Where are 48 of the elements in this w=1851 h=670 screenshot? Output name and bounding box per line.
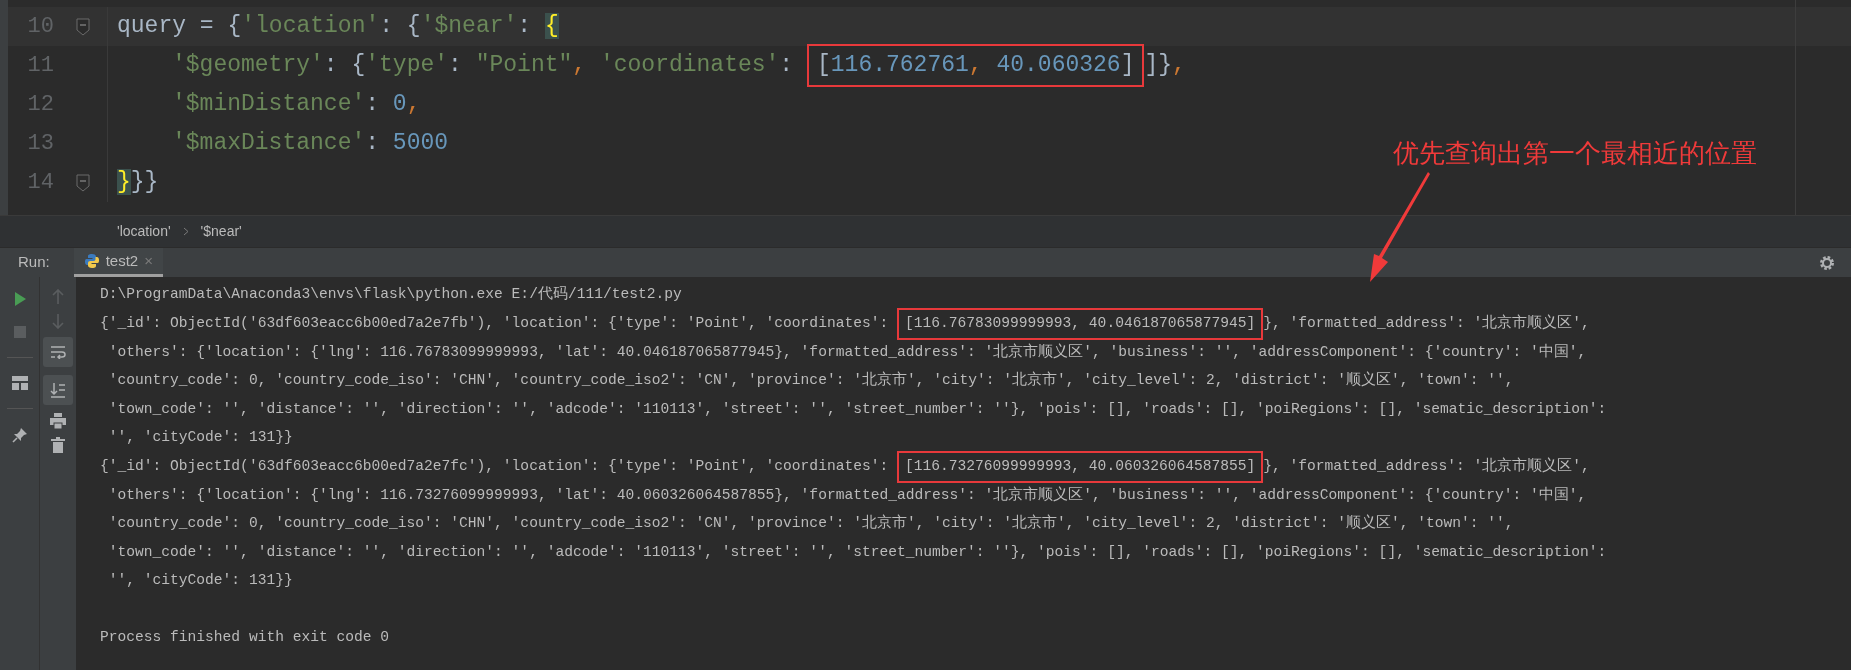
arrow-up-icon[interactable] <box>51 289 65 305</box>
fold-icon[interactable] <box>75 17 90 36</box>
trash-icon[interactable] <box>51 437 65 453</box>
output-text: }, 'formatted_address': '北京市顺义区', <box>1263 456 1590 476</box>
annotation-text: 优先查询出第一个最相近的位置 <box>1393 137 1757 170</box>
exit-status: Process finished with exit code 0 <box>100 628 389 648</box>
annotation-box: [116.76783099999993, 40.046187065877945] <box>896 307 1264 340</box>
layout-icon[interactable] <box>11 376 28 390</box>
line-number: 14 <box>26 169 55 197</box>
code-text: }}} <box>117 168 159 198</box>
command-line: D:\ProgramData\Anaconda3\envs\flask\python.exe E:/代码/111/test2.py <box>100 285 682 305</box>
output-text: 'town_code': '', 'distance': '', 'direction': '', 'adcode': '110113', 'street': '', 'street_number': ''}, 'pois': [], 'roads': [], 'poiRegions': [], 'sematic_description': <box>107 542 1607 562</box>
scroll-to-end-icon[interactable] <box>50 382 66 398</box>
output-text: 'others': {'location': {'lng': 116.73276099999993, 'lat': 40.060326064587855}, 'formatted_address': '北京市顺义区', 'business': '', 'addressComponent': {'country': '中国', <box>107 485 1587 505</box>
arrow-down-icon[interactable] <box>51 313 65 329</box>
output-text: {'_id': ObjectId('63df603eacc6b00ed7a2e7fb'), 'location': {'type': 'Point', 'coordinates': <box>100 313 890 333</box>
line-number: 13 <box>26 130 55 158</box>
python-icon <box>83 253 100 269</box>
output-text: '', 'cityCode': 131}} <box>107 571 293 591</box>
annotation-box: [116.762761, 40.060326] <box>806 44 1145 87</box>
run-label: Run: <box>17 252 51 273</box>
code-text: '$minDistance': 0, <box>172 90 421 120</box>
print-icon[interactable] <box>50 413 66 429</box>
run-tab[interactable]: test2 × <box>73 248 163 277</box>
soft-wrap-toggle[interactable] <box>43 337 73 367</box>
annotation-box: [116.73276099999993, 40.060326064587855] <box>896 450 1264 483</box>
stop-icon[interactable] <box>12 325 27 339</box>
output-text: 'country_code': 0, 'country_code_iso': 'CHN', 'country_code_iso2': 'CN', 'province': '北京市', 'city': '北京市', 'city_level': 2, 'district': '顺义区', 'town': '', <box>107 370 1514 391</box>
breadcrumb[interactable]: 'location' <box>117 221 171 242</box>
output-text: 'country_code': 0, 'country_code_iso': 'CHN', 'country_code_iso2': 'CN', 'province': '北京市', 'city': '北京市', 'city_level': 2, 'district': '顺义区', 'town': '', <box>107 513 1514 534</box>
chevron-icon <box>182 227 189 236</box>
breadcrumb[interactable]: '$near' <box>200 221 242 242</box>
line-number: 11 <box>26 52 55 80</box>
code-text: query = {'location': {'$near': { <box>117 12 559 42</box>
soft-wrap-icon[interactable] <box>50 345 66 359</box>
scroll-to-end-toggle[interactable] <box>43 375 73 405</box>
pin-icon[interactable] <box>11 427 28 443</box>
output-text: 'others': {'location': {'lng': 116.76783099999993, 'lat': 40.046187065877945}, 'formatted_address': '北京市顺义区', 'business': '', 'addressComponent': {'country': '中国', <box>107 342 1587 362</box>
output-text: '', 'cityCode': 131}} <box>107 428 293 448</box>
fold-icon[interactable] <box>75 173 90 192</box>
line-number: 12 <box>26 91 55 119</box>
output-text: {'_id': ObjectId('63df603eacc6b00ed7a2e7fc'), 'location': {'type': 'Point', 'coordinates': <box>100 456 890 476</box>
code-text: '$maxDistance': 5000 <box>172 129 449 159</box>
code-text: ]}, <box>1144 51 1186 81</box>
output-text: }, 'formatted_address': '北京市顺义区', <box>1263 313 1590 333</box>
settings-icon[interactable] <box>1819 254 1835 271</box>
code-text: '$geometry': {'type': "Point", 'coordinates': <box>172 51 795 81</box>
output-text: 'town_code': '', 'distance': '', 'direction': '', 'adcode': '110113', 'street': '', 'street_number': ''}, 'pois': [], 'roads': [], 'poiRegions': [], 'sematic_description': <box>107 399 1607 419</box>
